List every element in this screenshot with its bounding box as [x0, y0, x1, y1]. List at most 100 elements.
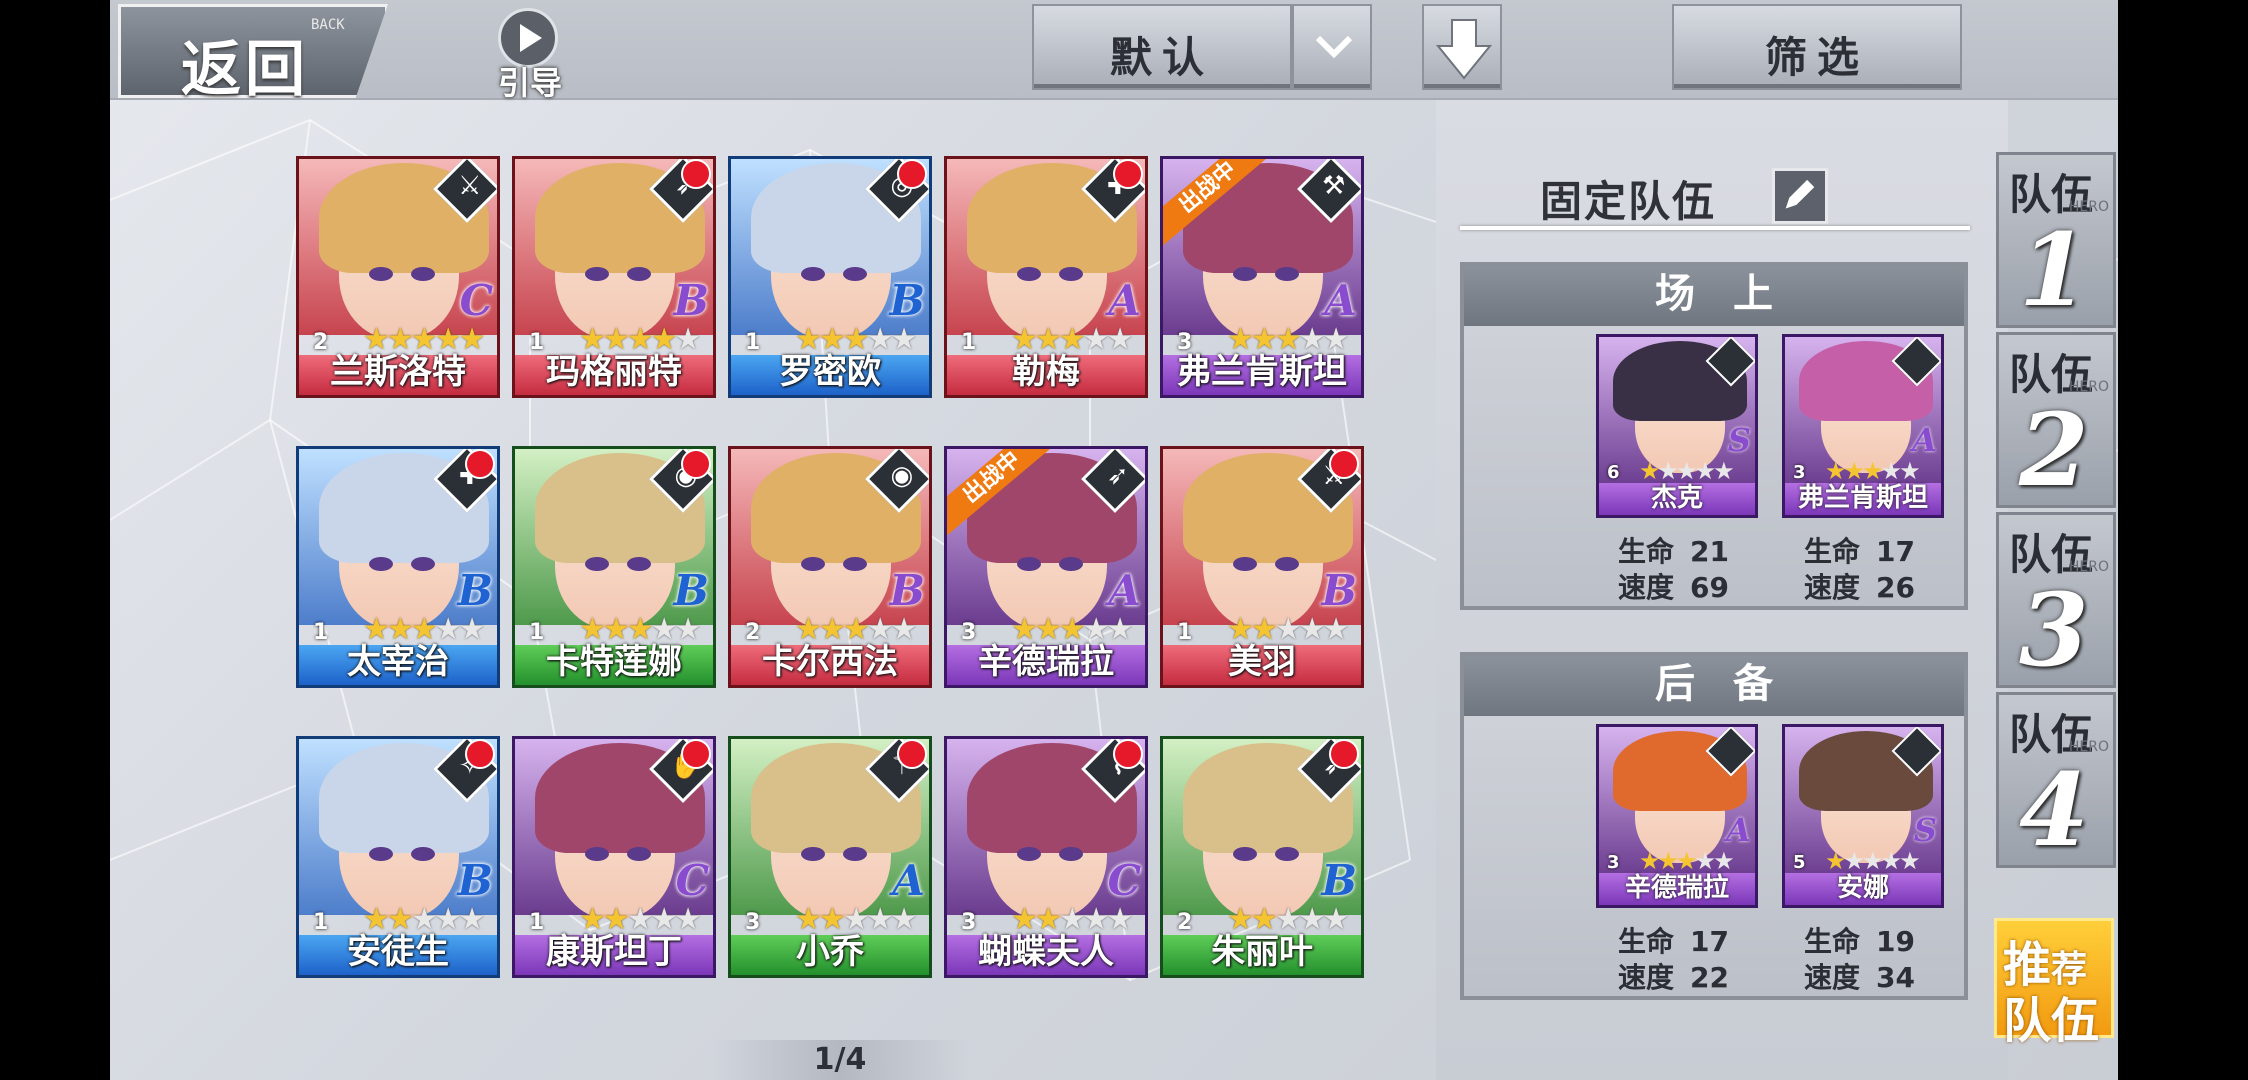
field-header: 场上	[1464, 266, 1964, 326]
edit-team-button[interactable]	[1772, 168, 1828, 224]
hero-card[interactable]: ⚒ 出战中 A 3 ★★★★★ 弗兰肯斯坦	[1160, 156, 1364, 398]
hero-card[interactable]: ➶ B 2 ★★★★★ 朱丽叶	[1160, 736, 1364, 978]
hero-eye	[1275, 847, 1299, 861]
hero-card[interactable]: ⌇ C 3 ★★★★★ 蝴蝶夫人	[944, 736, 1148, 978]
hero-rank: B	[673, 276, 710, 325]
hero-speed-stat: 速度 34	[1804, 961, 1915, 994]
hero-speed-stat: 速度 69	[1618, 571, 1729, 604]
hero-card[interactable]: ◉ B 1 ★★★★★ 卡特莲娜	[512, 446, 716, 688]
hero-card[interactable]: ✧ B 1 ★★★★★ 安徒生	[296, 736, 500, 978]
notification-dot-icon	[897, 739, 927, 769]
notification-dot-icon	[1329, 449, 1359, 479]
team-hero-card[interactable]: A 3 ★★★★★ 辛德瑞拉	[1596, 724, 1758, 908]
hero-eye	[1017, 847, 1041, 861]
hero-eye	[1233, 557, 1257, 571]
arrow-down-icon	[1435, 19, 1493, 80]
hero-name: 辛德瑞拉	[978, 642, 1114, 682]
team-tab-number: 2	[2019, 391, 2089, 509]
hero-eye	[801, 557, 825, 571]
filter-button[interactable]: 筛选	[1672, 4, 1962, 90]
hero-speed-stat: 速度 22	[1618, 961, 1729, 994]
hero-name: 兰斯洛特	[330, 352, 466, 392]
hero-eye	[627, 557, 651, 571]
hero-eye	[411, 847, 435, 861]
hero-name: 罗密欧	[779, 352, 881, 392]
sort-button[interactable]: 默认	[1032, 4, 1292, 90]
hero-eye	[627, 267, 651, 281]
hero-card[interactable]: ✚ A 1 ★★★★★ 勒梅	[944, 156, 1148, 398]
hero-hp-stat: 生命 19	[1804, 925, 1915, 958]
hero-eye	[585, 847, 609, 861]
notification-dot-icon	[1113, 739, 1143, 769]
hero-name: 卡特莲娜	[546, 642, 682, 682]
guide-label: 引导	[497, 64, 562, 102]
team-hero-card[interactable]: A 3 ★★★★★ 弗兰肯斯坦	[1782, 334, 1944, 518]
team-title: 固定队伍	[1540, 177, 1717, 226]
notification-dot-icon	[465, 449, 495, 479]
hero-name: 玛格丽特	[546, 352, 682, 392]
team-tab-3[interactable]: 队伍 HERO 3	[1996, 512, 2116, 689]
team-tab-4[interactable]: 队伍 HERO 4	[1996, 692, 2116, 869]
hero-name: 安徒生	[347, 932, 449, 972]
hero-eye	[1233, 267, 1257, 281]
hero-name: 勒梅	[1012, 352, 1080, 392]
hero-name: 美羽	[1228, 642, 1296, 682]
hero-rank: A	[1108, 276, 1141, 325]
hero-rank: B	[1321, 856, 1358, 905]
hero-rank: S	[1727, 421, 1751, 459]
hero-card[interactable]: ➶ 出战中 A 3 ★★★★★ 辛德瑞拉	[944, 446, 1148, 688]
hero-name: 弗兰肯斯坦	[1177, 352, 1347, 392]
notification-dot-icon	[681, 449, 711, 479]
reserve-header: 后备	[1464, 656, 1964, 716]
pencil-icon	[1785, 179, 1815, 209]
play-icon	[520, 24, 542, 52]
hero-card[interactable]: ◉ B 2 ★★★★★ 卡尔西法	[728, 446, 932, 688]
hero-rank: B	[457, 856, 494, 905]
hero-name: 朱丽叶	[1211, 932, 1313, 972]
hero-name: 弗兰肯斯坦	[1797, 483, 1928, 513]
hero-card[interactable]: ✚ B 1 ★★★★★ 太宰治	[296, 446, 500, 688]
notification-dot-icon	[465, 739, 495, 769]
team-tab-1[interactable]: 队伍 HERO 1	[1996, 152, 2116, 329]
hero-eye	[369, 267, 393, 281]
sort-order-button[interactable]	[1422, 4, 1502, 90]
hero-rank: B	[889, 566, 926, 615]
top-bar: 返回 BACK 引导 默认 筛选	[110, 0, 2118, 102]
chevron-down-icon	[1315, 35, 1353, 59]
hero-card[interactable]: ⚔ B 1 ★★★★★ 美羽	[1160, 446, 1364, 688]
hero-name: 蝴蝶夫人	[978, 932, 1114, 972]
title-divider	[1460, 226, 1970, 230]
sort-dropdown-button[interactable]	[1292, 4, 1372, 90]
hero-card[interactable]: ⚔ C 2 ★★★★★ 兰斯洛特	[296, 156, 500, 398]
back-button-label: 返回	[181, 35, 309, 105]
notification-dot-icon	[897, 159, 927, 189]
hero-eye	[1017, 267, 1041, 281]
team-hero-card[interactable]: S 6 ★★★★★ 杰克	[1596, 334, 1758, 518]
hero-eye	[1275, 557, 1299, 571]
recommend-team-button[interactable]: 推荐 队伍	[1994, 918, 2114, 1049]
guide-button[interactable]: 引导	[490, 8, 570, 102]
hero-rank: S	[1913, 811, 1937, 849]
hero-rank: A	[1726, 811, 1751, 849]
hero-name: 安娜	[1836, 873, 1889, 903]
team-hero-card[interactable]: S 5 ★★★★★ 安娜	[1782, 724, 1944, 908]
hero-eye	[411, 557, 435, 571]
team-tab-number: 3	[2019, 571, 2089, 689]
hero-name: 卡尔西法	[762, 642, 898, 682]
hero-hp-stat: 生命 17	[1804, 535, 1915, 568]
back-button[interactable]: 返回 BACK	[118, 4, 388, 98]
filter-label: 筛选	[1764, 33, 1869, 82]
hero-eye	[1059, 267, 1083, 281]
hero-card[interactable]: ➶ B 1 ★★★★★ 玛格丽特	[512, 156, 716, 398]
hero-eye	[369, 557, 393, 571]
hero-card[interactable]: ⚚ A 3 ★★★★★ 小乔	[728, 736, 932, 978]
hero-rank: B	[673, 566, 710, 615]
hero-card[interactable]: ◎ B 1 ★★★★★ 罗密欧	[728, 156, 932, 398]
hero-card[interactable]: ✋ C 1 ★★★★★ 康斯坦丁	[512, 736, 716, 978]
team-tab-2[interactable]: 队伍 HERO 2	[1996, 332, 2116, 509]
hero-rank: C	[459, 276, 493, 325]
hero-eye	[843, 557, 867, 571]
hero-hp-stat: 生命 21	[1618, 535, 1729, 568]
hero-eye	[411, 267, 435, 281]
recommend-label-line2: 队伍	[2003, 993, 2100, 1049]
